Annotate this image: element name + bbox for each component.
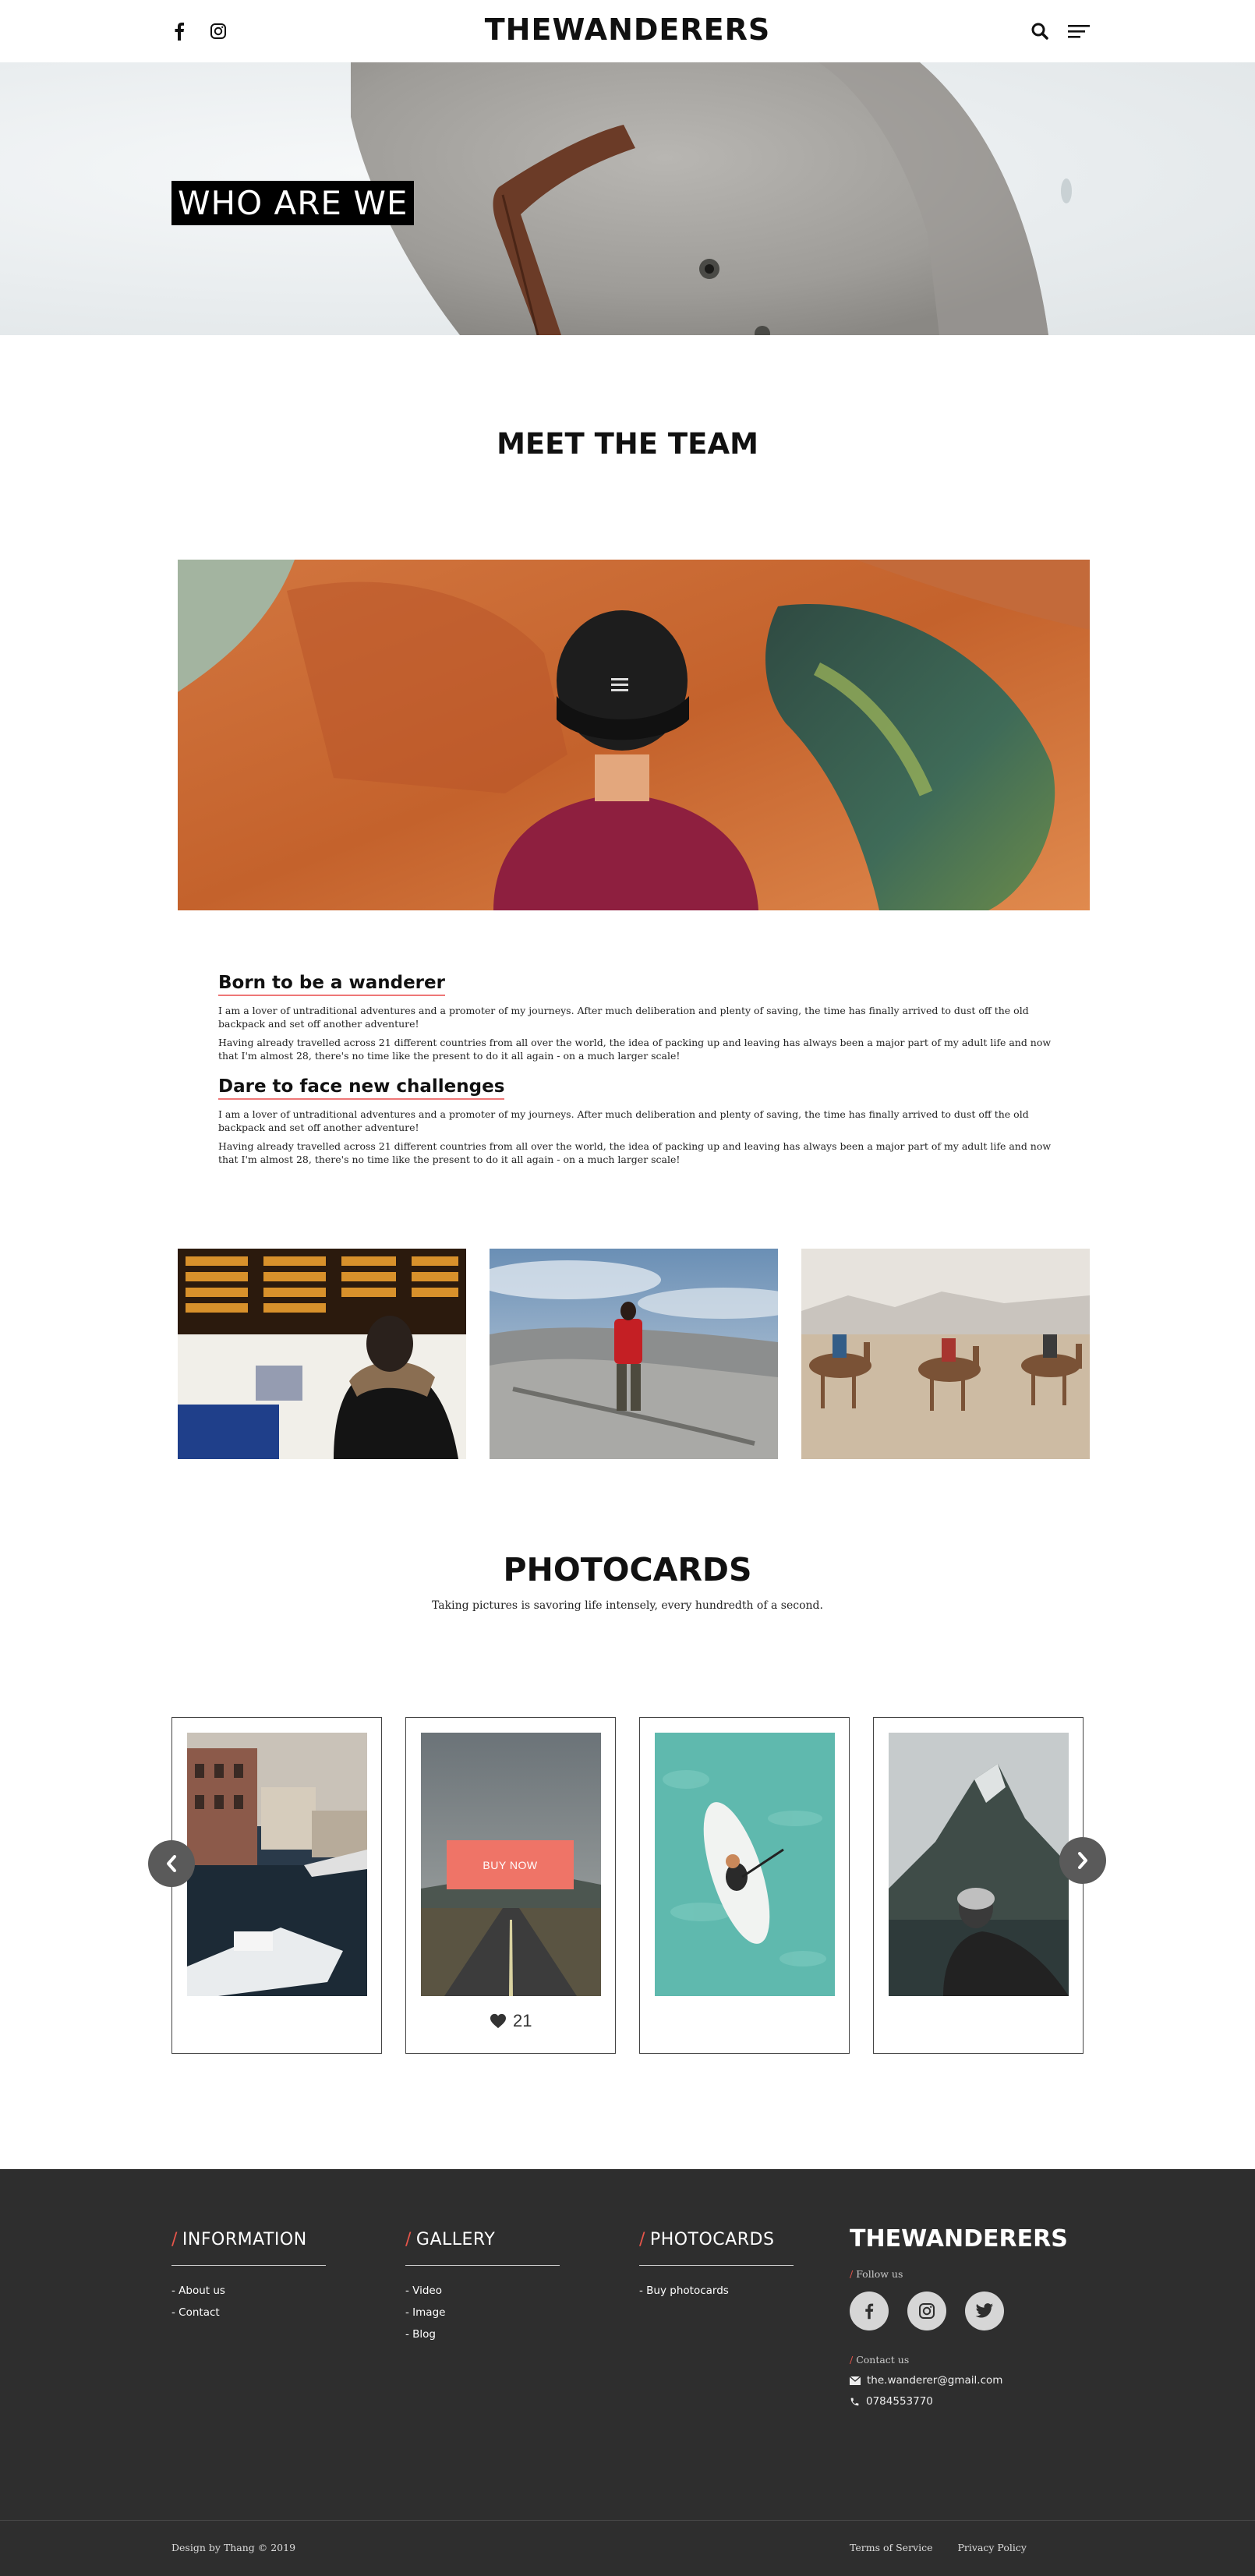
footer-divider	[405, 2265, 560, 2266]
footer-email-text: the.wanderer@gmail.com	[867, 2374, 1003, 2387]
footer-link-contact[interactable]: - Contact	[171, 2306, 326, 2319]
photocards-subtitle: Taking pictures is savoring life intense…	[432, 1599, 823, 1612]
bio-heading: Dare to face new challenges	[218, 1076, 505, 1100]
bio-heading: Born to be a wanderer	[218, 973, 445, 996]
chevron-left-icon	[167, 1855, 176, 1872]
footer-brand: THEWANDERERS	[850, 2225, 1068, 2253]
header-social-links	[168, 20, 229, 42]
carousel-next-button[interactable]	[1059, 1837, 1106, 1884]
follow-us-label: / Follow us	[850, 2268, 903, 2280]
hero-title: WHO ARE WE	[171, 181, 415, 225]
team-bio: Born to be a wanderer I am a lover of un…	[218, 973, 1052, 1180]
bio-paragraph: Having already travelled across 21 diffe…	[218, 1037, 1052, 1062]
footer-email[interactable]: the.wanderer@gmail.com	[850, 2374, 1002, 2387]
team-section-title: MEET THE TEAM	[497, 427, 758, 461]
privacy-policy-link[interactable]: Privacy Policy	[958, 2542, 1027, 2553]
like-count: 21	[513, 2011, 532, 2030]
footer-divider	[639, 2265, 794, 2266]
instagram-icon[interactable]	[207, 20, 229, 42]
menu-icon[interactable]	[1066, 19, 1091, 44]
site-header: THEWANDERERS	[0, 0, 1255, 62]
footer-link-video[interactable]: - Video	[405, 2284, 560, 2297]
photocard-image-lake-mountain	[889, 1733, 1069, 1996]
bio-section: Dare to face new challenges I am a lover…	[218, 1076, 1052, 1166]
footer-phone-text: 0784553770	[866, 2395, 933, 2408]
like-counter[interactable]: 21	[490, 2011, 532, 2031]
footer-column-title: / INFORMATION	[171, 2230, 307, 2249]
bio-section: Born to be a wanderer I am a lover of un…	[218, 973, 1052, 1062]
team-hero-photo	[178, 560, 1090, 910]
site-logo-text[interactable]: THEWANDERERS	[485, 12, 770, 47]
photocard-image-venice	[187, 1733, 367, 1996]
footer-column-gallery: / GALLERY - Video - Image - Blog	[405, 2230, 560, 2350]
footer-column-title: / GALLERY	[405, 2230, 496, 2249]
photocard[interactable]	[171, 1717, 382, 2054]
footer-link-buy-photocards[interactable]: - Buy photocards	[639, 2284, 794, 2297]
hero-banner: WHO ARE WE	[0, 62, 1255, 335]
search-icon[interactable]	[1027, 19, 1052, 44]
chevron-right-icon	[1078, 1852, 1087, 1869]
gallery-photo-camels	[801, 1249, 1090, 1459]
photocard[interactable]	[639, 1717, 850, 2054]
footer-link-about[interactable]: - About us	[171, 2284, 326, 2297]
footer-credit: Design by Thang © 2019	[171, 2542, 296, 2553]
photocard[interactable]	[873, 1717, 1084, 2054]
gallery-photo-mountain	[490, 1249, 778, 1459]
facebook-icon[interactable]	[850, 2292, 889, 2330]
contact-us-label: / Contact us	[850, 2354, 910, 2366]
footer-legal-links: Terms of Service Privacy Policy	[850, 2542, 1027, 2553]
footer-phone[interactable]: 0784553770	[850, 2395, 933, 2408]
photocards-title: PHOTOCARDS	[503, 1551, 752, 1588]
terms-of-service-link[interactable]: Terms of Service	[850, 2542, 933, 2553]
facebook-icon[interactable]	[168, 20, 190, 42]
buy-now-button[interactable]: BUY NOW	[447, 1840, 574, 1889]
photocard-image-paddleboard	[655, 1733, 835, 1996]
heart-icon[interactable]	[490, 2013, 507, 2029]
twitter-icon[interactable]	[965, 2292, 1004, 2330]
footer-column-photocards: / PHOTOCARDS - Buy photocards	[639, 2230, 794, 2306]
footer-link-image[interactable]: - Image	[405, 2306, 560, 2319]
envelope-icon	[850, 2376, 861, 2385]
site-footer: / INFORMATION - About us - Contact / GALLE…	[0, 2169, 1255, 2576]
footer-divider	[171, 2265, 326, 2266]
bio-paragraph: I am a lover of untraditional adventures…	[218, 1005, 1029, 1030]
footer-bottom-divider	[0, 2520, 1255, 2521]
footer-social-links	[850, 2292, 1004, 2330]
gallery-photo-airport	[178, 1249, 466, 1459]
footer-column-information: / INFORMATION - About us - Contact	[171, 2230, 326, 2328]
header-actions	[1027, 19, 1091, 44]
instagram-icon[interactable]	[907, 2292, 946, 2330]
footer-column-title: / PHOTOCARDS	[639, 2230, 775, 2249]
carousel-prev-button[interactable]	[148, 1840, 195, 1887]
phone-icon	[850, 2398, 859, 2405]
bio-paragraph: Having already travelled across 21 diffe…	[218, 1140, 1052, 1165]
footer-link-blog[interactable]: - Blog	[405, 2328, 560, 2341]
bio-paragraph: I am a lover of untraditional adventures…	[218, 1108, 1029, 1133]
